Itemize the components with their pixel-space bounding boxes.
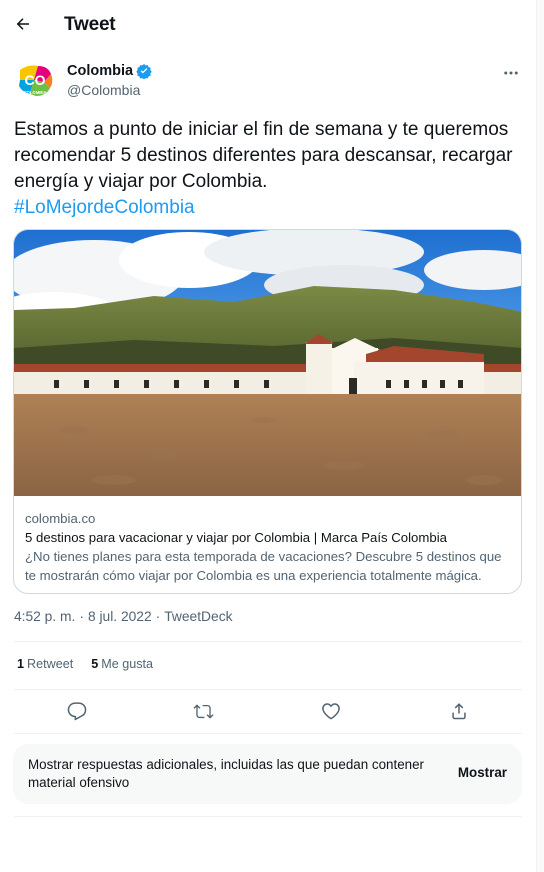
divider	[14, 816, 522, 817]
share-button[interactable]	[446, 698, 472, 724]
tweet-stats: 1 Retweet 5 Me gusta	[17, 657, 153, 671]
tweet-date[interactable]: 8 jul. 2022	[88, 609, 152, 624]
more-options-button[interactable]	[498, 60, 524, 86]
like-count[interactable]: 5 Me gusta	[91, 657, 153, 671]
tweet-actions	[0, 698, 537, 724]
like-icon	[322, 703, 340, 720]
divider	[14, 689, 522, 690]
card-meta: colombia.co 5 destinos para vacacionar y…	[25, 509, 515, 585]
retweet-icon	[193, 703, 213, 719]
more-replies-banner: Mostrar respuestas adicionales, incluida…	[13, 744, 522, 804]
link-preview-card[interactable]: colombia.co 5 destinos para vacacionar y…	[13, 229, 522, 594]
divider	[14, 733, 522, 734]
tweet-text: Estamos a punto de iniciar el fin de sem…	[14, 117, 514, 221]
tweet-body: Estamos a punto de iniciar el fin de sem…	[14, 119, 513, 192]
scrollbar[interactable]	[537, 0, 544, 872]
like-count-label: Me gusta	[101, 657, 154, 671]
card-description: ¿No tienes planes para esta temporada de…	[25, 549, 502, 583]
author-name-text: Colombia	[67, 63, 134, 79]
more-horizontal-icon	[504, 71, 518, 75]
tweet-timestamp: 4:52 p. m. · 8 jul. 2022 · TweetDeck	[14, 609, 233, 624]
tweet-page: Tweet CO COLOMBIA Colombia @Colombia Est…	[0, 0, 537, 872]
top-bar: Tweet	[0, 0, 537, 50]
retweet-count-label: Retweet	[27, 657, 74, 671]
verified-badge-icon	[136, 63, 152, 79]
hashtag-link[interactable]: #LoMejordeColombia	[14, 197, 195, 218]
tweet-time[interactable]: 4:52 p. m.	[14, 609, 75, 624]
colombia-logo-icon: CO COLOMBIA	[14, 60, 56, 102]
tweet-source[interactable]: TweetDeck	[164, 609, 232, 624]
reply-button[interactable]	[64, 698, 90, 724]
page-title: Tweet	[64, 14, 116, 35]
meta-separator: ·	[155, 609, 161, 624]
reply-icon	[67, 702, 87, 721]
avatar[interactable]: CO COLOMBIA	[14, 60, 56, 102]
retweet-count-value: 1	[17, 657, 25, 671]
more-replies-text: Mostrar respuestas adicionales, incluida…	[28, 757, 425, 790]
author-handle[interactable]: @Colombia	[67, 82, 140, 98]
retweet-count[interactable]: 1 Retweet	[17, 657, 73, 671]
divider	[14, 641, 522, 642]
card-domain: colombia.co	[25, 511, 96, 526]
author-name[interactable]: Colombia	[67, 63, 152, 79]
share-icon	[452, 703, 466, 720]
back-button[interactable]	[6, 7, 40, 41]
svg-text:COLOMBIA: COLOMBIA	[24, 90, 47, 95]
like-count-value: 5	[91, 657, 99, 671]
arrow-left-icon	[16, 18, 29, 30]
card-image	[14, 230, 521, 496]
retweet-button[interactable]	[190, 698, 216, 724]
svg-text:CO: CO	[25, 72, 46, 88]
card-title: 5 destinos para vacacionar y viajar por …	[25, 530, 447, 545]
show-more-replies-button[interactable]: Mostrar	[458, 765, 507, 780]
meta-separator: ·	[79, 609, 84, 624]
tweet-author: CO COLOMBIA Colombia @Colombia	[14, 60, 524, 104]
like-button[interactable]	[318, 698, 344, 724]
